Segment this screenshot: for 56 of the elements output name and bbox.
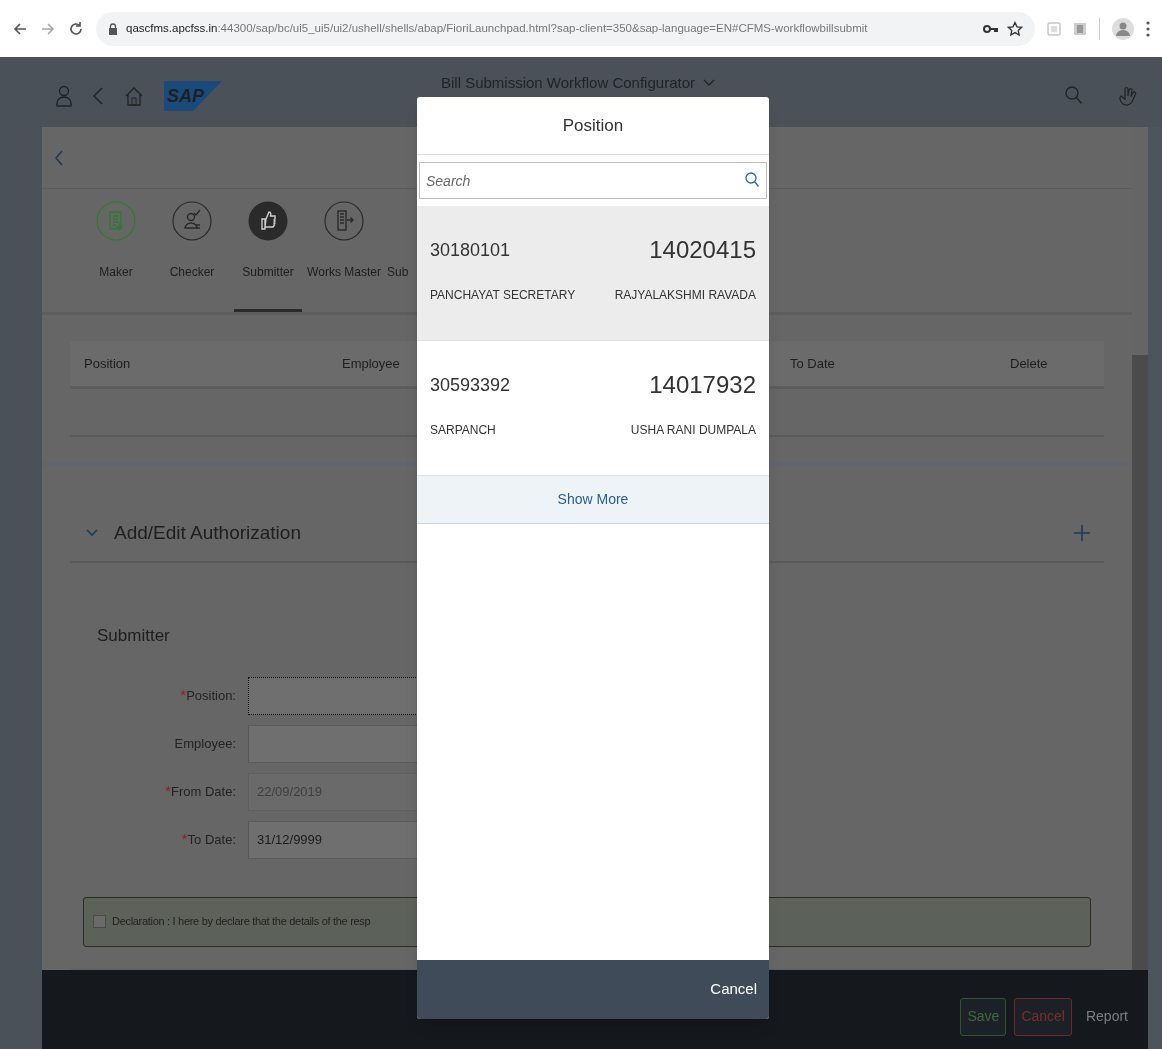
home-icon[interactable] bbox=[124, 85, 144, 107]
forward-icon[interactable] bbox=[40, 20, 56, 37]
address-bar[interactable]: qascfms.apcfss.in:44300/sap/bc/ui5_ui5/ui2/ushell/shells/abap/FioriLaunchpad.html?sap-client=350&sap-language=EN#CFMS-workflowbillsubmit bbox=[96, 11, 1035, 46]
item-name: RAJYALAKSHMI RAVADA bbox=[614, 287, 756, 304]
column-header: Delete bbox=[1010, 354, 1048, 373]
save-button[interactable]: Save bbox=[960, 997, 1007, 1036]
scrollbar[interactable] bbox=[1132, 355, 1148, 970]
star-icon[interactable] bbox=[1007, 20, 1023, 37]
panel-title: Add/Edit Authorization bbox=[114, 520, 302, 545]
checkbox[interactable] bbox=[93, 915, 106, 928]
menu-icon[interactable] bbox=[1146, 20, 1150, 37]
lock-icon bbox=[108, 22, 118, 35]
section-title: Submitter bbox=[97, 625, 171, 647]
required-marker: * bbox=[181, 829, 188, 850]
item-name: USHA RANI DUMPALA bbox=[630, 422, 756, 439]
icon-tab[interactable]: Maker bbox=[82, 201, 150, 312]
list-item[interactable]: 30593392 14017932 SARPANCH USHA RANI DUMPALA bbox=[417, 341, 769, 476]
report-button[interactable]: Report bbox=[1079, 997, 1134, 1036]
required-marker: * bbox=[165, 781, 171, 802]
key-icon[interactable] bbox=[983, 22, 999, 35]
back-icon[interactable] bbox=[12, 20, 28, 37]
reload-icon[interactable] bbox=[68, 20, 84, 37]
field-label: From Date: bbox=[171, 783, 236, 802]
extension-icon[interactable] bbox=[1073, 21, 1087, 36]
item-code: 30593392 bbox=[430, 373, 511, 397]
chevron-down-icon[interactable] bbox=[86, 529, 98, 537]
item-designation: SARPANCH bbox=[430, 422, 496, 439]
item-designation: PANCHAYAT SECRETARY bbox=[430, 287, 576, 304]
chevron-down-icon[interactable] bbox=[703, 79, 715, 88]
column-header: Employee bbox=[342, 354, 400, 373]
item-number: 14020415 bbox=[649, 235, 756, 265]
column-header: To Date bbox=[790, 354, 835, 373]
icon-tab[interactable]: Sub bbox=[386, 201, 416, 312]
required-marker: * bbox=[180, 685, 187, 706]
search-icon[interactable] bbox=[745, 172, 759, 188]
user-icon[interactable] bbox=[56, 85, 72, 107]
item-code: 30180101 bbox=[430, 238, 511, 262]
column-header: Position bbox=[84, 354, 131, 373]
field-label: Position: bbox=[186, 687, 236, 706]
dialog-title: Position bbox=[562, 114, 624, 137]
icon-tab[interactable]: Submitter bbox=[234, 201, 302, 312]
search-field[interactable]: Search bbox=[419, 162, 767, 199]
url-text: qascfms.apcfss.in:44300/sap/bc/ui5_ui5/ui2/ushell/shells/abap/FioriLaunchpad.html?sap-client=350&sap-language=EN#CFMS-workflowbillsubmit bbox=[126, 20, 869, 36]
list-item[interactable]: 30180101 14020415 PANCHAYAT SECRETARY RAJYALAKSHMI RAVADA bbox=[417, 206, 769, 341]
field-label: To Date: bbox=[187, 831, 236, 850]
item-number: 14017932 bbox=[649, 370, 756, 400]
cancel-button[interactable]: Cancel bbox=[708, 971, 759, 1008]
sap-logo[interactable]: SAP bbox=[164, 81, 222, 111]
plus-icon[interactable] bbox=[1074, 525, 1090, 541]
cancel-button[interactable]: Cancel bbox=[1014, 997, 1072, 1036]
show-more-button[interactable]: Show More bbox=[417, 476, 769, 524]
field-label: Employee: bbox=[174, 734, 236, 753]
extension-icon[interactable] bbox=[1047, 21, 1061, 36]
hand-icon[interactable] bbox=[1118, 85, 1138, 107]
icon-tab[interactable]: Checker bbox=[158, 201, 226, 312]
avatar-icon[interactable] bbox=[1112, 17, 1134, 40]
